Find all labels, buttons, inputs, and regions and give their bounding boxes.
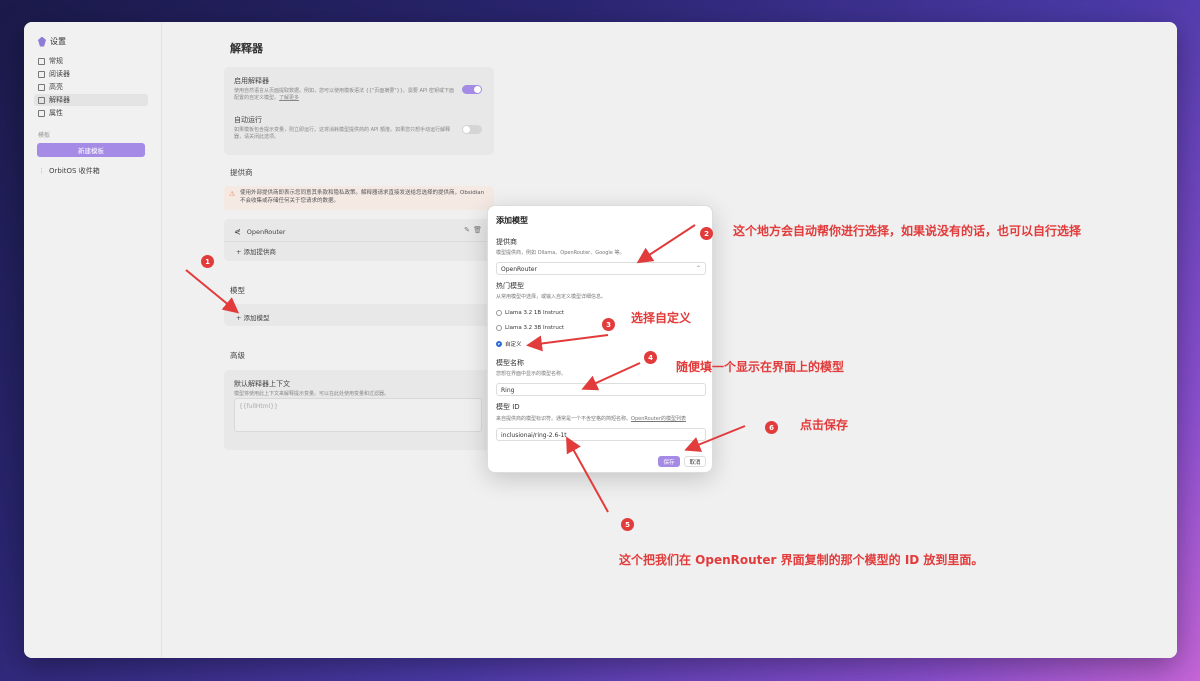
annotation-badge-4: 4 [644,351,657,364]
annotation-text-6: 点击保存 [800,418,849,432]
drag-handle-icon: ⋮ [38,167,45,175]
models-heading: 模型 [230,286,245,295]
provider-row: ⋞ OpenRouter [234,227,286,236]
add-model-modal: 添加模型 提供商 模型提供商，例如 Ollama、OpenRouter、Goog… [487,205,713,473]
interpreter-settings-card: 启用解释器 使用自然语言从页面提取数据。例如，您可以使用模板语法 {{"页面摘要… [224,67,494,155]
enable-toggle[interactable] [462,85,482,94]
autorun-toggle[interactable] [462,125,482,134]
annotation-text-4: 随便填一个显示在界面上的模型 [676,360,845,374]
autorun-title: 自动运行 [234,116,262,124]
advanced-card: 默认解释器上下文 模型将使用此上下文来解释提示变量。可以在此处使用变量和过滤器。… [224,370,494,450]
list-icon [38,109,45,117]
add-model-button[interactable]: + 添加模型 [236,312,270,322]
cancel-button[interactable]: 取消 [684,456,706,467]
default-context-textarea[interactable]: {{fullHtml}} [234,398,482,432]
model-name-label: 模型名称 [496,359,524,367]
model-id-label: 模型 ID [496,403,520,411]
openrouter-models-link[interactable]: OpenRouter的模型列表 [631,416,686,422]
add-provider-button[interactable]: + 添加提供商 [236,246,276,256]
pen-icon [38,83,45,91]
openrouter-icon: ⋞ [234,227,241,236]
learn-more-link[interactable]: 了解更多 [279,95,299,101]
page-title: 解释器 [230,42,263,55]
divider [224,241,494,242]
enable-row: 启用解释器 使用自然语言从页面提取数据。例如，您可以使用模板语法 {{"页面摘要… [234,76,454,102]
model-name-desc: 您想在界面中显示的模型名称。 [496,371,567,377]
default-context-row: 默认解释器上下文 模型将使用此上下文来解释提示变量。可以在此处使用变量和过滤器。 [234,380,390,397]
edit-icon[interactable]: ✎ [464,226,470,234]
annotation-badge-5: 5 [621,518,634,531]
sidebar-item-general[interactable]: 常规 [34,55,148,67]
book-icon [38,70,45,78]
save-button[interactable]: 保存 [658,456,680,467]
radio-icon [496,310,502,316]
sidebar-item-vault[interactable]: ⋮ OrbitOS 收件箱 [38,166,100,176]
trash-icon[interactable]: 🗑 [473,226,482,234]
radio-selected-icon [496,341,502,347]
sidebar: 设置 常规 阅读器 高亮 解释器 属性 模板 新建模板 ⋮ OrbitOS 收件箱 [24,22,162,658]
provider-desc: 模型提供商，例如 Ollama、OpenRouter、Google 等。 [496,250,625,256]
sidebar-item-highlight[interactable]: 高亮 [34,81,148,93]
enable-desc: 使用自然语言从页面提取数据。例如，您可以使用模板语法 {{"页面摘要"}}。需要… [234,88,455,101]
sidebar-item-reader[interactable]: 阅读器 [34,68,148,80]
providers-heading: 提供商 [230,168,253,177]
provider-select[interactable]: OpenRouter [496,262,706,275]
autorun-row: 自动运行 如果模板包含提示变量，则立即运行。这将消耗模型提供商的 API 额度。… [234,115,454,141]
option-llama-1b[interactable]: Llama 3.2 1B Instruct [496,310,564,316]
link-icon [38,57,45,65]
annotation-badge-3: 3 [602,318,615,331]
sidebar-section-templates: 模板 [38,132,51,139]
annotation-badge-1: 1 [201,255,214,268]
popular-models-desc: 从常用模型中选择，或输入自定义模型详细信息。 [496,294,607,300]
sidebar-item-properties[interactable]: 属性 [34,107,148,119]
model-id-input[interactable]: inclusionai/ring-2.6-1t [496,428,706,441]
provider-label: 提供商 [496,238,517,246]
privacy-warning: 使用外部提供商即表示您同意其条款和隐私政策。解释器请求直接发送给您选择的提供商，… [224,186,494,210]
model-id-desc: 来自提供商的模型标识符。通常是一个不含空格的简短名称。OpenRouter的模型… [496,416,686,422]
option-llama-3b[interactable]: Llama 3.2 3B Instruct [496,325,564,331]
annotation-badge-2: 2 [700,227,713,240]
popular-models-label: 热门模型 [496,282,524,290]
providers-card: ⋞ OpenRouter ✎ 🗑 + 添加提供商 [224,219,494,261]
radio-icon [496,325,502,331]
annotation-badge-6: 6 [765,421,778,434]
enable-title: 启用解释器 [234,77,269,85]
sidebar-title: 设置 [38,36,66,47]
new-template-button[interactable]: 新建模板 [37,143,145,157]
annotation-text-2: 这个地方会自动帮你进行选择，如果说没有的话，也可以自行选择 [733,224,1082,238]
sidebar-item-interpreter[interactable]: 解释器 [34,94,148,106]
modal-title: 添加模型 [496,216,528,225]
code-icon [38,96,45,104]
autorun-desc: 如果模板包含提示变量，则立即运行。这将消耗模型提供商的 API 额度。如果您只想… [234,127,451,140]
model-name-input[interactable]: Ring [496,383,706,396]
advanced-heading: 高级 [230,351,245,360]
annotation-text-5: 这个把我们在 OpenRouter 界面复制的那个模型的 ID 放到里面。 [619,553,984,567]
obsidian-logo-icon [38,36,46,47]
option-custom[interactable]: 自定义 [496,340,522,348]
annotation-text-3: 选择自定义 [631,311,692,325]
models-card: + 添加模型 [224,304,494,326]
